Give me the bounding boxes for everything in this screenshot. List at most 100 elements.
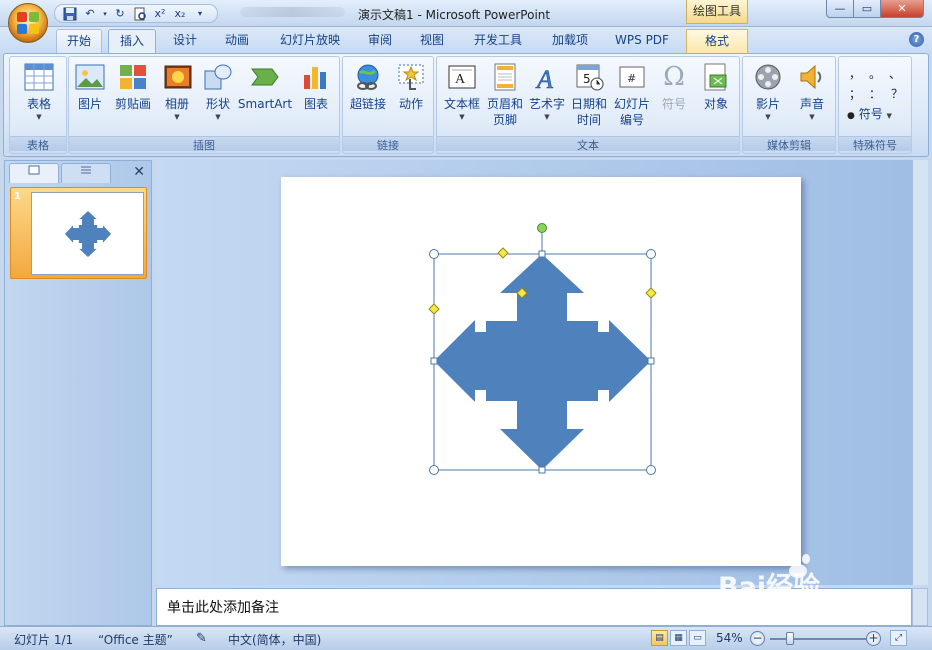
bullet-icon: ● (847, 111, 855, 121)
calendar-icon: 5 (573, 61, 605, 93)
slide-canvas[interactable] (281, 177, 801, 566)
redo-icon[interactable]: ↻ (111, 6, 129, 22)
slide-sorter-view-icon[interactable]: ▦ (670, 630, 687, 646)
spell-check-icon[interactable]: ✎ (196, 631, 207, 646)
subscript-icon[interactable]: x₂ (171, 6, 189, 22)
save-icon[interactable] (61, 6, 79, 22)
tab-addins[interactable]: 加载项 (540, 29, 600, 53)
table-button[interactable]: 表格 ▼ (14, 59, 64, 136)
undo-dropdown-icon[interactable]: ▾ (101, 6, 109, 22)
adjust-handle-2[interactable] (645, 287, 657, 299)
shapes-button[interactable]: 形状 ▼ (199, 59, 237, 136)
resize-handle-top[interactable] (538, 250, 546, 258)
quick-access-toolbar: ↶ ▾ ↻ x² x₂ ▾ (54, 4, 218, 23)
slide-thumbnail-1[interactable]: 1 (10, 187, 147, 279)
dropdown-arrow-icon: ▼ (459, 113, 465, 121)
zoom-level[interactable]: 54% (716, 631, 743, 645)
tab-animation[interactable]: 动画 (214, 29, 260, 53)
undo-icon[interactable]: ↶ (81, 6, 99, 22)
symbol-comma[interactable]: ， (849, 65, 861, 82)
dropdown-arrow-icon: ▼ (765, 113, 771, 121)
symbol-semicolon[interactable]: ； (849, 85, 861, 102)
adjust-handle-3[interactable] (428, 303, 440, 315)
tab-insert[interactable]: 插入 (108, 29, 156, 53)
resize-handle-left[interactable] (430, 357, 438, 365)
tab-design[interactable]: 设计 (162, 29, 208, 53)
movie-button[interactable]: 影片 ▼ (747, 59, 789, 136)
tab-slideshow[interactable]: 幻灯片放映 (272, 29, 348, 53)
smartart-button[interactable]: SmartArt (237, 59, 293, 136)
slideshow-view-icon[interactable]: ▭ (689, 630, 706, 646)
superscript-icon[interactable]: x² (151, 6, 169, 22)
status-language[interactable]: 中文(简体，中国) (228, 631, 321, 648)
resize-handle-bottom[interactable] (538, 466, 546, 474)
fit-window-icon[interactable]: ⤢ (890, 630, 907, 646)
slide-shapes-layer (428, 223, 657, 475)
close-icon[interactable]: ✕ (880, 0, 924, 18)
hyperlink-button[interactable]: 超链接 (347, 59, 389, 136)
drawing-tools-header: 绘图工具 (686, 0, 748, 24)
chart-button[interactable]: 图表 (297, 59, 335, 136)
picture-button[interactable]: 图片 (73, 59, 107, 136)
notes-scrollbar[interactable] (912, 588, 928, 626)
office-button[interactable] (8, 3, 48, 43)
close-pane-icon[interactable]: ✕ (133, 164, 145, 180)
dropdown-arrow-icon: ▼ (886, 112, 892, 120)
workspace-scrollbar[interactable] (912, 160, 928, 585)
print-preview-icon[interactable] (131, 6, 149, 22)
window-title: 演示文稿1 - Microsoft PowerPoint (358, 8, 551, 22)
tab-review[interactable]: 审阅 (358, 29, 402, 53)
resize-handle-top-left[interactable] (429, 249, 439, 259)
tab-view[interactable]: 视图 (410, 29, 454, 53)
wordart-button[interactable]: A 艺术字 ▼ (527, 59, 567, 136)
omega-icon: Ω (663, 62, 685, 92)
zoom-in-icon[interactable]: + (866, 631, 881, 646)
rotate-handle[interactable] (537, 223, 547, 233)
zoom-slider-track[interactable] (770, 638, 868, 640)
help-icon[interactable]: ? (909, 32, 924, 47)
symbol-colon[interactable]: ： (869, 85, 881, 102)
special-symbol-button[interactable]: ● 符号 ▼ (847, 105, 892, 122)
resize-handle-top-right[interactable] (646, 249, 656, 259)
status-theme[interactable]: “Office 主题” (98, 631, 173, 648)
zoom-out-icon[interactable]: − (750, 631, 765, 646)
tab-format[interactable]: 格式 (686, 29, 748, 53)
resize-handle-bottom-right[interactable] (646, 465, 656, 475)
customize-qat-icon[interactable]: ▾ (191, 6, 209, 22)
header-footer-icon (489, 61, 521, 93)
resize-handle-right[interactable] (647, 357, 655, 365)
tab-home[interactable]: 开始 (56, 29, 102, 53)
quad-arrow-shape[interactable] (434, 254, 651, 470)
normal-view-icon[interactable]: ▤ (651, 630, 668, 646)
action-button[interactable]: 动作 (391, 59, 431, 136)
maximize-icon[interactable]: ▭ (853, 0, 881, 18)
slide-number-button[interactable]: # 幻灯片 编号 (611, 59, 653, 136)
tab-slides[interactable] (9, 163, 59, 183)
tab-outline[interactable] (61, 163, 111, 183)
symbol-enum-comma[interactable]: 、 (889, 65, 901, 82)
tab-developer[interactable]: 开发工具 (466, 29, 530, 53)
header-footer-button[interactable]: 页眉和 页脚 (485, 59, 525, 136)
quad-arrow-thumbnail-icon (64, 210, 111, 257)
symbol-button[interactable]: Ω 符号 (655, 59, 693, 136)
minimize-icon[interactable]: — (826, 0, 854, 18)
date-time-button[interactable]: 5 日期和 时间 (569, 59, 609, 136)
resize-handle-bottom-left[interactable] (429, 465, 439, 475)
sound-button[interactable]: 声音 ▼ (791, 59, 833, 136)
textbox-button[interactable]: A 文本框 ▼ (441, 59, 483, 136)
object-button[interactable]: 对象 (695, 59, 737, 136)
zoom-slider-thumb[interactable] (786, 632, 794, 645)
symbol-period[interactable]: 。 (869, 65, 881, 82)
clipart-button[interactable]: 剪贴画 (111, 59, 155, 136)
dropdown-arrow-icon: ▼ (174, 113, 180, 121)
notes-area[interactable]: 单击此处添加备注 (156, 588, 912, 626)
group-media: 影片 ▼ 声音 ▼ 媒体剪辑 (742, 56, 836, 154)
photo-album-button[interactable]: 相册 ▼ (157, 59, 197, 136)
dropdown-arrow-icon: ▼ (544, 113, 550, 121)
group-label-special: 特殊符号 (839, 136, 911, 152)
hyperlink-icon (352, 61, 384, 93)
symbol-question[interactable]: ？ (891, 85, 903, 102)
adjust-handle-1[interactable] (497, 247, 509, 259)
speaker-icon (796, 61, 828, 93)
tab-wps-pdf[interactable]: WPS PDF (608, 29, 676, 53)
